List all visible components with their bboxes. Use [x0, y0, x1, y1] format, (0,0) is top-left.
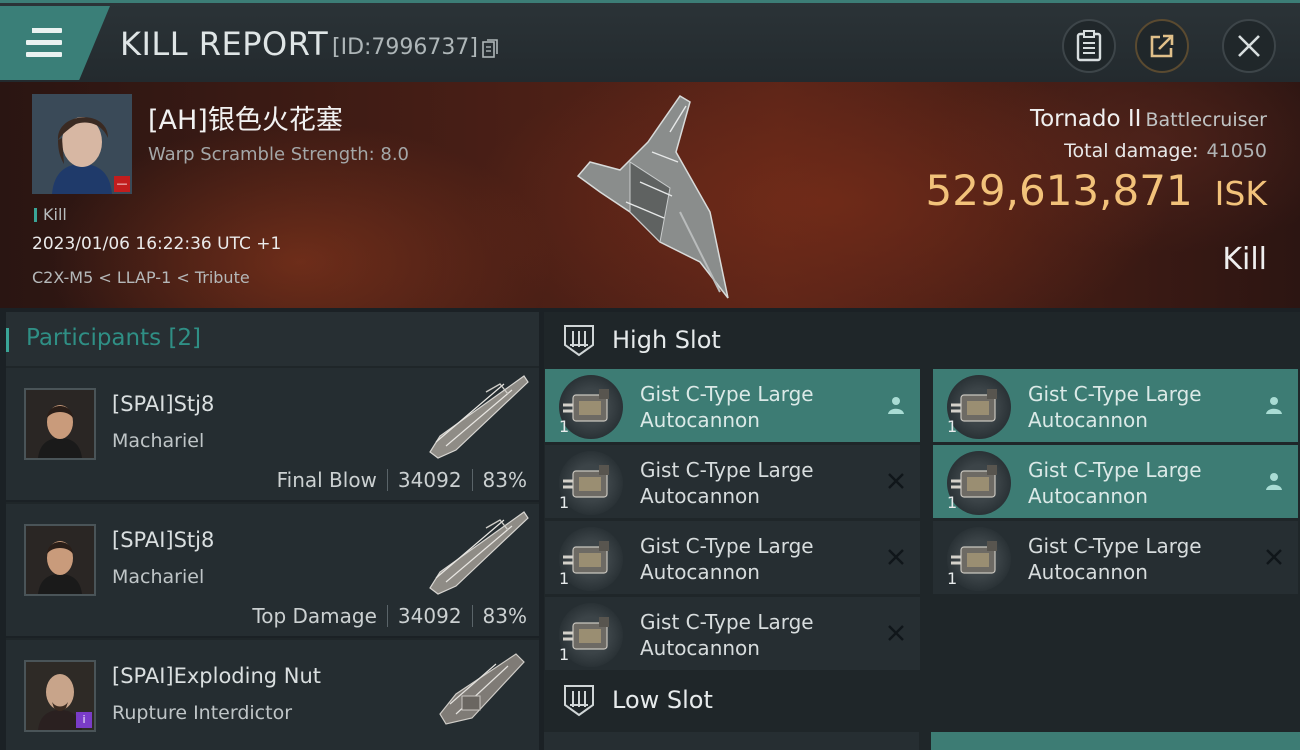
share-button[interactable] — [1135, 19, 1189, 73]
high-slot-module[interactable]: 1 Gist C-Type Large Autocannon — [545, 369, 920, 442]
warp-scramble-strength: Warp Scramble Strength: 8.0 — [148, 144, 410, 165]
participant-ship: Machariel — [112, 566, 205, 588]
victim-name[interactable]: [AH]银色火花塞 — [148, 98, 343, 137]
module-quantity: 1 — [559, 493, 570, 512]
participant-name: [SPAI]Exploding Nut — [112, 664, 322, 688]
victim-ship-type[interactable]: Tornado II Battlecruiser — [1030, 106, 1267, 132]
participant-ship-image — [429, 511, 529, 595]
module-quantity: 1 — [559, 569, 570, 588]
victim-portrait[interactable]: — — [32, 94, 132, 194]
module-name: Gist C-Type Large Autocannon — [640, 382, 814, 432]
participants-panel: Participants [2] [SPAI]Stj8 Machariel Fi… — [6, 312, 539, 750]
module-quantity: 1 — [559, 645, 570, 664]
high-slot-module[interactable]: 1 Gist C-Type Large Autocannon — [545, 445, 920, 518]
module-quantity: 1 — [947, 493, 958, 512]
clipboard-icon — [1076, 30, 1102, 62]
kill-location[interactable]: C2X-M5 < LLAP-1 < Tribute — [32, 268, 250, 287]
module-name: Gist C-Type Large Autocannon — [640, 458, 814, 508]
high-slot-icon — [564, 325, 594, 357]
module-name: Gist C-Type Large Autocannon — [1028, 534, 1202, 584]
module-name: Gist C-Type Large Autocannon — [640, 610, 814, 660]
kill-date: 2023/01/06 16:22:36 UTC +1 — [32, 234, 282, 254]
kill-tag: Kill — [34, 205, 67, 224]
participants-header: Participants [2] — [6, 312, 539, 366]
module-quantity: 1 — [559, 417, 570, 436]
destroyed-x-icon — [888, 625, 904, 641]
avatar — [24, 524, 96, 596]
participant-name: [SPAI]Stj8 — [112, 392, 215, 416]
result-label: Kill — [1222, 242, 1267, 277]
high-slot-module[interactable]: 1 Gist C-Type Large Autocannon — [933, 445, 1298, 518]
close-button[interactable] — [1222, 19, 1276, 73]
high-slot-module[interactable]: 1 Gist C-Type Large Autocannon — [933, 369, 1298, 442]
close-icon — [1238, 35, 1260, 57]
dropped-person-icon — [1266, 397, 1282, 414]
module-quantity: 1 — [947, 417, 958, 436]
module-name: Gist C-Type Large Autocannon — [1028, 458, 1202, 508]
module-quantity: 1 — [947, 569, 958, 588]
participant-ship-image — [439, 653, 525, 725]
report-id: [ID:7996737] — [332, 35, 478, 60]
low-slot-module[interactable] — [544, 732, 919, 750]
participant-ship-image — [429, 375, 529, 459]
participant-row[interactable]: [SPAI]Stj8 Machariel Top Damage 34092 83% — [6, 504, 539, 638]
high-slot-module[interactable]: 1 Gist C-Type Large Autocannon — [545, 597, 920, 670]
destroyed-x-icon — [888, 473, 904, 489]
dropped-person-icon — [1266, 473, 1282, 490]
avatar: i — [24, 660, 96, 732]
participant-stats: Final Blow 34092 83% — [276, 468, 527, 492]
dropped-person-icon — [888, 397, 904, 414]
clipboard-button[interactable] — [1062, 19, 1116, 73]
fitting-panel: High Slot 1 Gist C-Type Large Autocannon 1 G… — [544, 312, 1300, 750]
participant-ship: Machariel — [112, 430, 205, 452]
total-damage: Total damage: 41050 — [1064, 140, 1267, 162]
participant-stats: Top Damage 34092 83% — [252, 604, 527, 628]
destroyed-x-icon — [1266, 549, 1282, 565]
high-slot-header: High Slot — [544, 312, 1300, 368]
low-slot-icon — [564, 685, 594, 717]
page-title: KILL REPORT — [120, 25, 329, 63]
status-badge: — — [114, 176, 130, 192]
high-slot-module[interactable]: 1 Gist C-Type Large Autocannon — [545, 521, 920, 594]
isk-value: 529,613,871 ISK — [925, 166, 1267, 215]
module-name: Gist C-Type Large Autocannon — [640, 534, 814, 584]
participant-name: [SPAI]Stj8 — [112, 528, 215, 552]
low-slot-header: Low Slot — [544, 672, 1300, 728]
destroyed-x-icon — [888, 549, 904, 565]
copy-icon[interactable] — [482, 39, 498, 58]
high-slot-module[interactable]: 1 Gist C-Type Large Autocannon — [933, 521, 1298, 594]
module-name: Gist C-Type Large Autocannon — [1028, 382, 1202, 432]
top-bar: KILL REPORT [ID:7996737] — [0, 0, 1300, 82]
low-slot-module[interactable] — [931, 732, 1300, 750]
participant-ship: Rupture Interdictor — [112, 702, 292, 724]
avatar — [24, 388, 96, 460]
share-icon — [1150, 34, 1174, 58]
participant-row[interactable]: [SPAI]Stj8 Machariel Final Blow 34092 83% — [6, 368, 539, 502]
victim-ship-image[interactable] — [560, 92, 750, 302]
participant-row[interactable]: i [SPAI]Exploding Nut Rupture Interdicto… — [6, 640, 539, 750]
menu-button[interactable] — [0, 6, 110, 80]
interdictor-badge: i — [76, 712, 92, 728]
